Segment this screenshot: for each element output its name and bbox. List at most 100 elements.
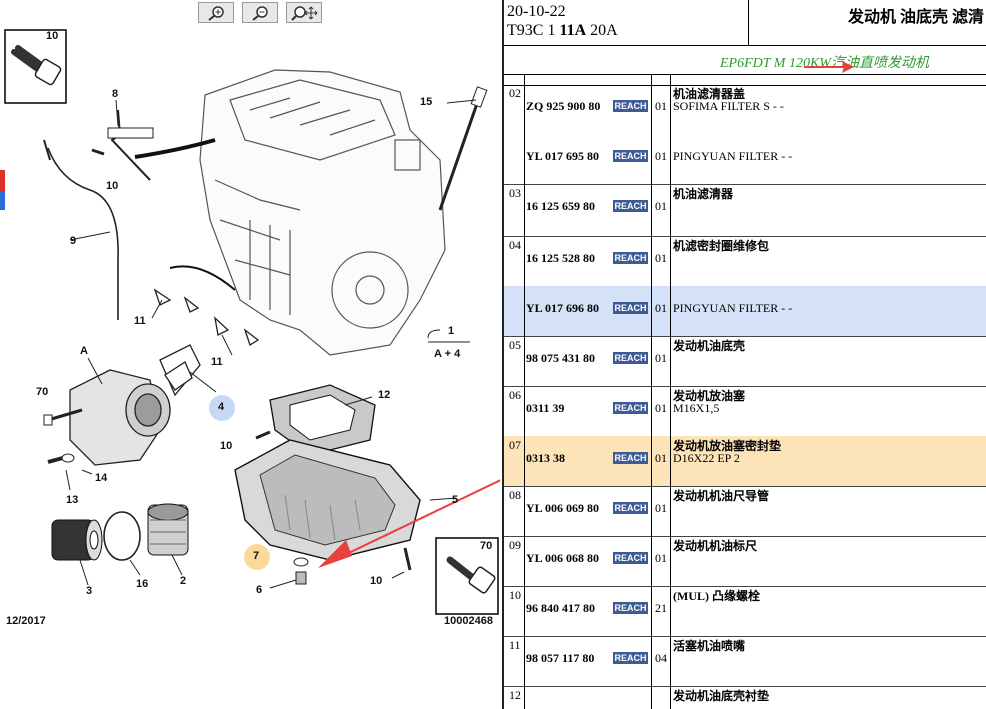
- part-quantity: 01: [655, 149, 667, 163]
- part-reference: YL 017 695 80: [526, 149, 600, 163]
- diagram-plate-number: 10002468: [444, 615, 493, 627]
- parts-row[interactable]: 07 发动机放油塞密封垫 D16X22 EP 2 0313 38 REACH 01: [504, 436, 986, 487]
- header-date: 20-10-22: [507, 3, 566, 20]
- reach-badge: REACH: [613, 602, 648, 614]
- callout-label-inset-top: 10: [46, 30, 59, 42]
- part-quantity: 01: [655, 351, 667, 365]
- parts-row[interactable]: 06 发动机放油塞 M16X1,5 0311 39 REACH 01: [504, 386, 986, 437]
- part-reference: 16 125 659 80: [526, 199, 595, 213]
- part-reference: ZQ 925 900 80: [526, 99, 601, 113]
- part-reference: YL 006 069 80: [526, 501, 600, 515]
- part-reference: YL 006 068 80: [526, 551, 600, 565]
- part-position: 10: [509, 588, 521, 602]
- zoom-out-button[interactable]: [242, 2, 278, 23]
- part-name: 机滤密封圈维修包: [673, 239, 770, 253]
- zoom-in-button[interactable]: [198, 2, 234, 23]
- o-ring-drawing: [103, 511, 141, 561]
- callout-label-12: 12: [378, 389, 391, 401]
- part-position: 07: [509, 438, 521, 452]
- reach-badge: REACH: [613, 402, 648, 414]
- part-quantity: 04: [655, 651, 667, 665]
- part-position: 05: [509, 338, 521, 352]
- parts-row[interactable]: 08 发动机机油尺导管 YL 006 069 80 REACH 01: [504, 486, 986, 537]
- callout-label-16: 16: [136, 578, 149, 590]
- part-detail: PINGYUAN FILTER - -: [673, 149, 793, 163]
- part-reference: 16 125 528 80: [526, 251, 595, 265]
- part-quantity: 21: [655, 601, 667, 615]
- callout-label-10-mid: 10: [220, 440, 233, 452]
- parts-row[interactable]: 11 活塞机油喷嘴 98 057 117 80 REACH 04: [504, 636, 986, 687]
- callout-label-15: 15: [420, 96, 433, 108]
- part-position: 08: [509, 488, 521, 502]
- part-quantity: 01: [655, 251, 667, 265]
- zoom-toolbar: [198, 2, 322, 23]
- engine-ref-sub: A + 4: [434, 348, 461, 360]
- parts-row[interactable]: 12 发动机油底壳衬垫: [504, 686, 986, 709]
- part-name: 发动机机油尺导管: [673, 489, 770, 503]
- zoom-pan-button[interactable]: [286, 2, 322, 23]
- zoom-in-icon: [208, 5, 224, 21]
- part-detail: M16X1,5: [673, 401, 720, 415]
- part-reference: 98 057 117 80: [526, 651, 595, 665]
- zoom-out-icon: [252, 5, 268, 21]
- part-quantity: 01: [655, 551, 667, 565]
- parts-row[interactable]: PINGYUAN FILTER - - YL 017 695 80 REACH 01: [504, 134, 986, 185]
- part-reference: 96 840 417 80: [526, 601, 595, 615]
- header-code: T93C 1 11A 20A: [507, 22, 618, 39]
- zoom-pan-icon: [291, 5, 318, 21]
- callout-label-7: 7: [253, 550, 260, 562]
- part-reference: 98 075 431 80: [526, 351, 595, 365]
- part-name: 发动机油底壳衬垫: [673, 689, 770, 703]
- part-position: 06: [509, 388, 521, 402]
- parts-row[interactable]: 09 发动机机油标尺 YL 006 068 80 REACH 01: [504, 536, 986, 587]
- diagram-date-code: 12/2017: [6, 615, 46, 627]
- part-position: 11: [509, 638, 521, 652]
- parts-row[interactable]: 10 (MUL) 凸缘螺栓 96 840 417 80 REACH 21: [504, 586, 986, 637]
- reach-badge: REACH: [613, 452, 648, 464]
- part-reference: 0311 39: [526, 401, 565, 415]
- part-reference: 0313 38: [526, 451, 565, 465]
- callout-label-9: 9: [70, 235, 77, 247]
- callout-label-11-right: 11: [211, 356, 223, 368]
- part-quantity: 01: [655, 99, 667, 113]
- part-detail: D16X22 EP 2: [673, 451, 740, 465]
- dipstick-drawing: [438, 94, 482, 211]
- reach-badge: REACH: [613, 100, 648, 112]
- callout-label-inset-bottom: 70: [480, 540, 493, 552]
- callout-label-11-left: 11: [134, 315, 146, 327]
- callout-label-3: 3: [86, 585, 93, 597]
- filter-housing-drawing: [69, 344, 201, 466]
- callout-label-A: A: [80, 345, 88, 357]
- parts-diagram: [4, 29, 500, 615]
- part-name: 发动机油底壳: [673, 339, 746, 353]
- parts-row[interactable]: PINGYUAN FILTER - - YL 017 696 80 REACH 01: [504, 286, 986, 337]
- callout-label-4: 4: [218, 401, 225, 413]
- part-quantity: 01: [655, 451, 667, 465]
- part-name: 机油滤清器: [673, 187, 734, 201]
- reach-badge: REACH: [613, 352, 648, 364]
- reach-badge: REACH: [613, 150, 648, 162]
- part-quantity: 01: [655, 301, 667, 315]
- exploded-diagram-panel: 10 8 15 10 9 11 11 1 A + 4 A 4 70 12 10 …: [0, 0, 504, 709]
- oil-pan-drawing: [234, 439, 421, 561]
- callout-label-10-low: 10: [370, 575, 383, 587]
- callout-label-14: 14: [95, 472, 108, 484]
- part-position: 04: [509, 238, 521, 252]
- header-title: 发动机 油底壳 滤清: [847, 9, 984, 26]
- part-quantity: 01: [655, 501, 667, 515]
- callout-label-2: 2: [180, 575, 187, 587]
- parts-row[interactable]: 05 发动机油底壳 98 075 431 80 REACH 01: [504, 336, 986, 387]
- reach-badge: REACH: [613, 200, 648, 212]
- parts-row[interactable]: 02 机油滤清器盖 SOFIMA FILTER S - - ZQ 925 900 80…: [504, 84, 986, 134]
- part-position: 12: [509, 688, 521, 702]
- part-name: 发动机机油标尺: [673, 539, 758, 553]
- parts-row[interactable]: 03 机油滤清器 16 125 659 80 REACH 01: [504, 184, 986, 237]
- engine-note-arrow: [804, 61, 854, 73]
- part-position: 02: [509, 86, 521, 100]
- part-quantity: 01: [655, 199, 667, 213]
- parts-row[interactable]: 04 机滤密封圈维修包 16 125 528 80 REACH 01: [504, 236, 986, 286]
- part-position: 09: [509, 538, 521, 552]
- part-detail: SOFIMA FILTER S - -: [673, 99, 784, 113]
- callout-label-6: 6: [256, 584, 263, 596]
- callout-label-13: 13: [66, 494, 79, 506]
